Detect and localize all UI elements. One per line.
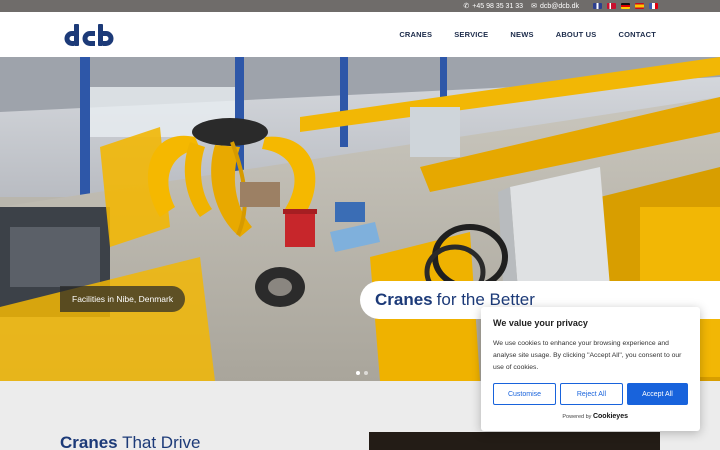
- nav-service[interactable]: SERVICE: [454, 30, 488, 39]
- powered-by: Powered by Cookieyes: [493, 413, 688, 420]
- top-bar: ✆ +45 98 35 31 33 ✉ dcb@dcb.dk: [0, 0, 720, 12]
- email-address: dcb@dcb.dk: [539, 2, 579, 10]
- cookie-heading: We value your privacy: [493, 318, 588, 328]
- nav-news[interactable]: NEWS: [510, 30, 533, 39]
- nav-cranes[interactable]: CRANES: [399, 30, 432, 39]
- reject-all-button[interactable]: Reject All: [559, 383, 623, 405]
- mail-icon: ✉: [531, 2, 537, 10]
- cookieyes-logo[interactable]: Cookieyes: [593, 413, 628, 420]
- fr-flag-icon[interactable]: [649, 3, 658, 9]
- section-title-rest: That Drive: [122, 433, 201, 450]
- phone-number: +45 98 35 31 33: [472, 2, 524, 10]
- accept-all-button[interactable]: Accept All: [626, 383, 688, 405]
- main-nav: CRANES SERVICE NEWS ABOUT US CONTACT: [399, 12, 656, 57]
- nav-about-us[interactable]: ABOUT US: [556, 30, 597, 39]
- hero-headline-bold: Cranes: [375, 290, 433, 309]
- page: ✆ +45 98 35 31 33 ✉ dcb@dcb.dk CRANES SE…: [0, 0, 720, 450]
- section-title-bold: Cranes: [60, 433, 118, 450]
- cookie-buttons: Customise Reject All Accept All: [493, 383, 688, 405]
- language-flags: [593, 3, 658, 9]
- customise-button[interactable]: Customise: [493, 383, 556, 405]
- section-title: Cranes That Drive: [60, 433, 200, 450]
- cookie-body: We use cookies to enhance your browsing …: [493, 340, 682, 371]
- phone-icon: ✆: [463, 2, 470, 10]
- intro-video[interactable]: [369, 432, 660, 450]
- facility-caption: Facilities in Nibe, Denmark: [60, 286, 186, 312]
- slider-dots: [356, 371, 368, 375]
- dk-flag-icon[interactable]: [607, 3, 616, 9]
- uk-flag-icon[interactable]: [593, 3, 602, 9]
- powered-by-label: Powered by: [562, 414, 592, 420]
- phone-link[interactable]: ✆ +45 98 35 31 33: [463, 3, 523, 10]
- es-flag-icon[interactable]: [635, 3, 644, 9]
- cookie-consent-banner: We value your privacy We use cookies to …: [481, 307, 700, 431]
- nav-contact[interactable]: CONTACT: [618, 30, 656, 39]
- slider-dot[interactable]: [364, 371, 368, 375]
- de-flag-icon[interactable]: [621, 3, 630, 9]
- dcb-logo[interactable]: [64, 22, 116, 48]
- email-link[interactable]: ✉ dcb@dcb.dk: [531, 3, 579, 10]
- slider-dot[interactable]: [356, 371, 360, 375]
- site-header: CRANES SERVICE NEWS ABOUT US CONTACT: [0, 12, 720, 57]
